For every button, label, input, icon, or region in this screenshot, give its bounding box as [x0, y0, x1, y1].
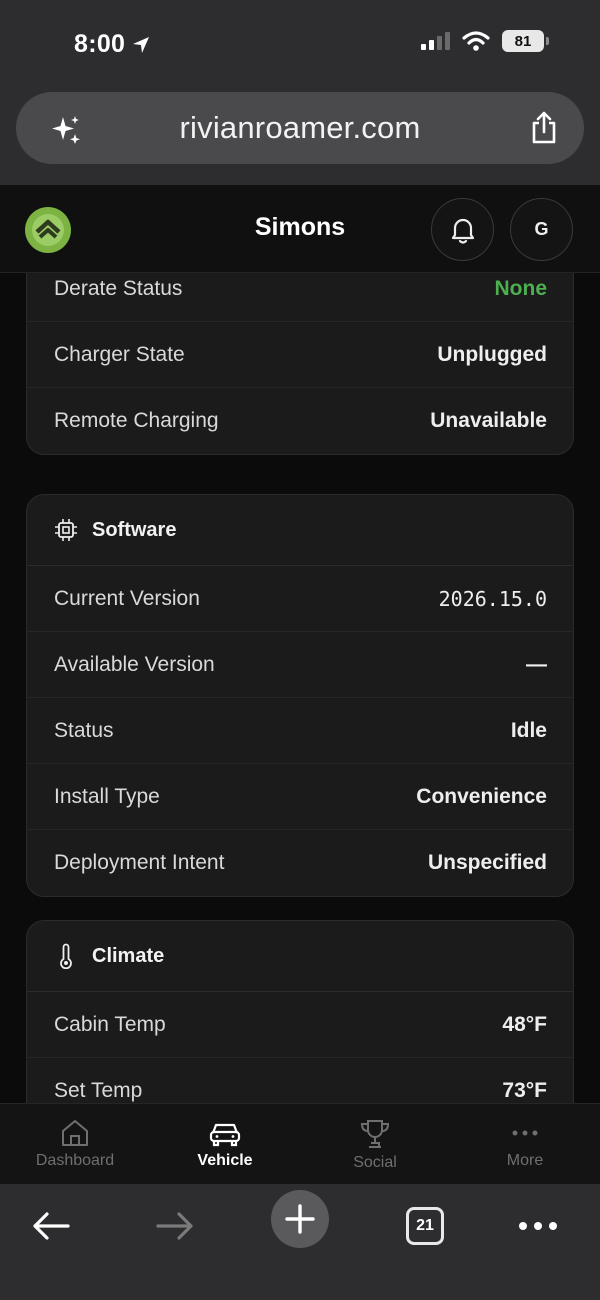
- row-cabin-temp: Cabin Temp 48°F: [27, 992, 573, 1058]
- row-set-temp: Set Temp 73°F: [54, 1079, 547, 1102]
- forward-arrow-icon: [156, 1212, 193, 1240]
- forward-button[interactable]: [154, 1194, 196, 1258]
- tab-count-badge: 21: [406, 1207, 444, 1245]
- share-icon[interactable]: [530, 111, 558, 145]
- status-bar: 8:00 81: [0, 0, 600, 88]
- wifi-icon: [462, 31, 490, 51]
- climate-card-header: Climate: [27, 921, 573, 992]
- tabs-button[interactable]: 21: [404, 1194, 446, 1258]
- status-time: 8:00: [74, 30, 151, 59]
- row-current-version: Current Version 2026.15.0: [27, 566, 573, 632]
- tab-dashboard[interactable]: Dashboard: [0, 1104, 150, 1184]
- chip-icon: [55, 519, 77, 541]
- climate-card: Climate Cabin Temp 48°F Set Temp 73°F: [26, 920, 574, 1103]
- plus-icon: [285, 1204, 315, 1234]
- bell-icon: [451, 218, 474, 244]
- url-text[interactable]: rivianroamer.com: [180, 110, 421, 146]
- vehicle-details[interactable]: Derate Status None Charger State Unplugg…: [0, 273, 600, 1103]
- charging-card: Derate Status None Charger State Unplugg…: [26, 273, 574, 455]
- more-icon: [512, 1130, 538, 1136]
- new-tab-button[interactable]: [271, 1190, 329, 1248]
- app-header: Simons G: [0, 185, 600, 273]
- back-button[interactable]: [30, 1194, 72, 1258]
- trophy-icon: [360, 1120, 390, 1148]
- browser-toolbar: 21: [0, 1184, 600, 1300]
- row-charger-state: Charger State Unplugged: [27, 322, 573, 388]
- tab-more[interactable]: More: [450, 1104, 600, 1184]
- software-card: Software Current Version 2026.15.0 Avail…: [26, 494, 574, 897]
- software-card-header: Software: [27, 495, 573, 566]
- row-remote-charging: Remote Charging Unavailable: [54, 409, 547, 432]
- row-derate-status: Derate Status None: [27, 273, 573, 322]
- user-avatar-button[interactable]: G: [510, 198, 573, 261]
- cellular-signal-icon: [421, 32, 450, 50]
- row-install-type: Install Type Convenience: [27, 764, 573, 830]
- more-options-button[interactable]: [516, 1194, 560, 1258]
- derate-status-value: None: [494, 276, 548, 300]
- row-status: Status Idle: [27, 698, 573, 764]
- row-deployment-intent: Deployment Intent Unspecified: [54, 851, 547, 874]
- home-icon: [62, 1120, 88, 1146]
- status-indicators: 81: [420, 30, 549, 52]
- tab-social[interactable]: Social: [300, 1104, 450, 1184]
- back-arrow-icon: [33, 1212, 70, 1240]
- tab-vehicle[interactable]: Vehicle: [150, 1104, 300, 1184]
- ellipsis-icon: [519, 1222, 557, 1230]
- address-bar[interactable]: rivianroamer.com: [16, 92, 584, 164]
- battery-indicator: 81: [502, 30, 549, 52]
- sparkle-icon[interactable]: [50, 114, 82, 146]
- browser-chrome: rivianroamer.com: [0, 88, 600, 185]
- bottom-tab-bar: Dashboard Vehicle Social More: [0, 1103, 600, 1184]
- thermometer-icon: [60, 943, 72, 969]
- notifications-button[interactable]: [431, 198, 494, 261]
- location-arrow-icon: [133, 36, 150, 53]
- row-available-version: Available Version —: [27, 632, 573, 698]
- car-icon: [209, 1123, 241, 1147]
